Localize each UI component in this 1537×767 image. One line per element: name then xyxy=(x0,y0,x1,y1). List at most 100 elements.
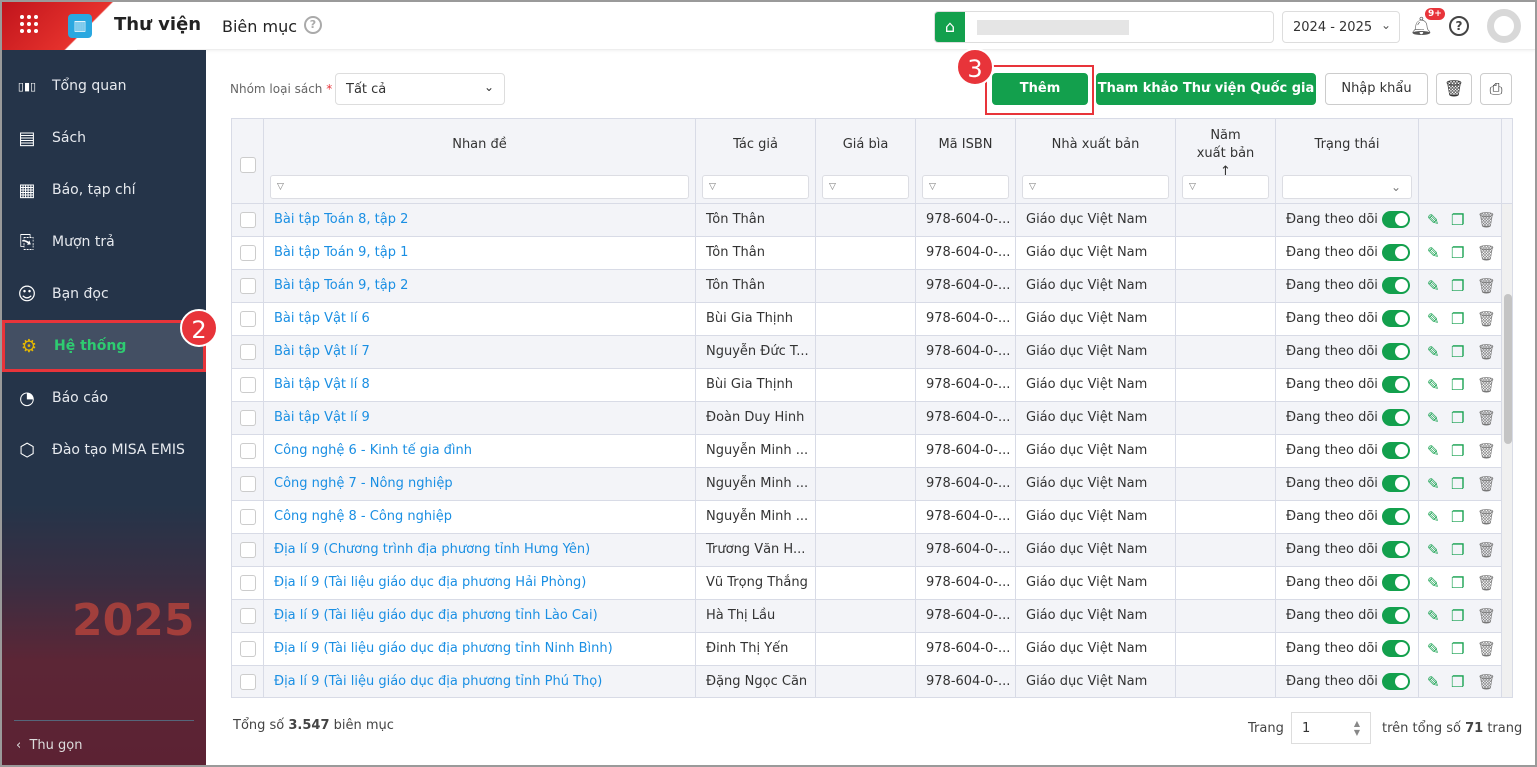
sidebar-item-3[interactable]: ▦ Báo, tạp chí xyxy=(2,164,206,216)
status-toggle[interactable] xyxy=(1382,475,1410,492)
sidebar-item-2[interactable]: ▤ Sách xyxy=(2,112,206,164)
sidebar-item-8[interactable]: ⬡ Đào tạo MISA EMIS xyxy=(2,424,206,476)
row-checkbox[interactable] xyxy=(240,509,256,525)
status-toggle[interactable] xyxy=(1382,211,1410,228)
column-filter-input[interactable]: ▽ xyxy=(702,175,809,199)
title-cell[interactable]: Công nghệ 7 - Nông nghiệp xyxy=(264,468,696,501)
edit-pencil-icon[interactable]: ✎ xyxy=(1427,600,1440,632)
status-toggle[interactable] xyxy=(1382,310,1410,327)
row-checkbox[interactable] xyxy=(240,674,256,690)
edit-pencil-icon[interactable]: ✎ xyxy=(1427,666,1440,697)
copy-icon[interactable]: ❐ xyxy=(1451,204,1464,236)
edit-pencil-icon[interactable]: ✎ xyxy=(1427,567,1440,599)
title-cell[interactable]: Bài tập Vật lí 6 xyxy=(264,303,696,336)
title-cell[interactable]: Bài tập Toán 9, tập 2 xyxy=(264,270,696,303)
edit-pencil-icon[interactable]: ✎ xyxy=(1427,237,1440,269)
column-filter-input[interactable]: ▽ xyxy=(270,175,689,199)
status-toggle[interactable] xyxy=(1382,343,1410,360)
row-checkbox[interactable] xyxy=(240,410,256,426)
import-button[interactable]: Nhập khẩu xyxy=(1325,73,1428,105)
column-filter-input[interactable]: ▽ xyxy=(1022,175,1169,199)
title-cell[interactable]: Bài tập Toán 8, tập 2 xyxy=(264,204,696,237)
title-cell[interactable]: Bài tập Vật lí 9 xyxy=(264,402,696,435)
trash-icon[interactable]: 🗑︎ xyxy=(1477,468,1496,500)
edit-pencil-icon[interactable]: ✎ xyxy=(1427,270,1440,302)
edit-pencil-icon[interactable]: ✎ xyxy=(1427,435,1440,467)
copy-icon[interactable]: ❐ xyxy=(1451,633,1464,665)
status-toggle[interactable] xyxy=(1382,277,1410,294)
sidebar-item-5[interactable]: ☺ Bạn đọc xyxy=(2,268,206,320)
national-library-reference-button[interactable]: Tham khảo Thư viện Quốc gia xyxy=(1096,73,1316,105)
avatar[interactable] xyxy=(1487,9,1521,43)
column-title[interactable]: Năm xuất bản ↑ xyxy=(1176,127,1275,181)
row-checkbox[interactable] xyxy=(240,476,256,492)
book-group-select[interactable]: Tất cả ⌄ xyxy=(335,73,505,105)
edit-pencil-icon[interactable]: ✎ xyxy=(1427,633,1440,665)
edit-pencil-icon[interactable]: ✎ xyxy=(1427,303,1440,335)
copy-icon[interactable]: ❐ xyxy=(1451,435,1464,467)
print-button[interactable]: ⎙ xyxy=(1480,73,1512,105)
status-toggle[interactable] xyxy=(1382,409,1410,426)
title-cell[interactable]: Địa lí 9 (Tài liệu giáo dục địa phương t… xyxy=(264,600,696,633)
title-cell[interactable]: Địa lí 9 (Tài liệu giáo dục địa phương t… xyxy=(264,666,696,697)
row-checkbox[interactable] xyxy=(240,377,256,393)
status-toggle[interactable] xyxy=(1382,541,1410,558)
status-toggle[interactable] xyxy=(1382,508,1410,525)
row-checkbox[interactable] xyxy=(240,443,256,459)
column-title[interactable]: Trạng thái xyxy=(1276,137,1418,152)
copy-icon[interactable]: ❐ xyxy=(1451,501,1464,533)
title-cell[interactable]: Bài tập Toán 9, tập 1 xyxy=(264,237,696,270)
row-checkbox[interactable] xyxy=(240,278,256,294)
spinner-icon[interactable]: ▲ ▼ xyxy=(1354,719,1360,737)
scrollbar-thumb[interactable] xyxy=(1504,294,1512,444)
school-selector[interactable]: ⌂ xyxy=(934,11,1274,43)
column-filter-input[interactable]: ▽ xyxy=(822,175,909,199)
column-title[interactable]: Nhan đề xyxy=(264,137,695,152)
status-toggle[interactable] xyxy=(1382,574,1410,591)
status-toggle[interactable] xyxy=(1382,607,1410,624)
sidebar-item-4[interactable]: ⎘ Mượn trả xyxy=(2,216,206,268)
edit-pencil-icon[interactable]: ✎ xyxy=(1427,369,1440,401)
app-grid-icon[interactable] xyxy=(20,15,38,33)
title-cell[interactable]: Công nghệ 8 - Công nghiệp xyxy=(264,501,696,534)
title-cell[interactable]: Địa lí 9 (Chương trình địa phương tỉnh H… xyxy=(264,534,696,567)
copy-icon[interactable]: ❐ xyxy=(1451,402,1464,434)
collapse-sidebar-button[interactable]: ‹ Thu gọn xyxy=(16,738,82,753)
title-cell[interactable]: Địa lí 9 (Tài liệu giáo dục địa phương H… xyxy=(264,567,696,600)
row-checkbox[interactable] xyxy=(240,344,256,360)
trash-icon[interactable]: 🗑︎ xyxy=(1477,501,1496,533)
row-checkbox[interactable] xyxy=(240,311,256,327)
page-number-input[interactable]: 1 ▲ ▼ xyxy=(1291,712,1371,744)
title-cell[interactable]: Địa lí 9 (Tài liệu giáo dục địa phương t… xyxy=(264,633,696,666)
select-all-checkbox[interactable] xyxy=(239,157,256,173)
column-filter-input[interactable]: ▽ xyxy=(922,175,1009,199)
sidebar-item-6[interactable]: ⚙ Hệ thống xyxy=(2,320,206,372)
delete-selected-button[interactable]: 🗑︎ xyxy=(1436,73,1472,105)
row-checkbox[interactable] xyxy=(240,641,256,657)
trash-icon[interactable]: 🗑︎ xyxy=(1477,204,1496,236)
trash-icon[interactable]: 🗑︎ xyxy=(1477,600,1496,632)
row-checkbox[interactable] xyxy=(240,608,256,624)
help-icon[interactable]: ? xyxy=(1449,16,1469,36)
title-cell[interactable]: Bài tập Vật lí 7 xyxy=(264,336,696,369)
copy-icon[interactable]: ❐ xyxy=(1451,567,1464,599)
row-checkbox[interactable] xyxy=(240,542,256,558)
trash-icon[interactable]: 🗑︎ xyxy=(1477,633,1496,665)
trash-icon[interactable]: 🗑︎ xyxy=(1477,336,1496,368)
status-toggle[interactable] xyxy=(1382,640,1410,657)
trash-icon[interactable]: 🗑︎ xyxy=(1477,237,1496,269)
copy-icon[interactable]: ❐ xyxy=(1451,270,1464,302)
trash-icon[interactable]: 🗑︎ xyxy=(1477,567,1496,599)
trash-icon[interactable]: 🗑︎ xyxy=(1477,402,1496,434)
column-title[interactable]: Tác giả xyxy=(696,137,815,152)
title-cell[interactable]: Bài tập Vật lí 8 xyxy=(264,369,696,402)
edit-pencil-icon[interactable]: ✎ xyxy=(1427,468,1440,500)
edit-pencil-icon[interactable]: ✎ xyxy=(1427,402,1440,434)
copy-icon[interactable]: ❐ xyxy=(1451,237,1464,269)
row-checkbox[interactable] xyxy=(240,575,256,591)
status-toggle[interactable] xyxy=(1382,673,1410,690)
page-help-icon[interactable]: ? xyxy=(304,16,322,34)
copy-icon[interactable]: ❐ xyxy=(1451,336,1464,368)
status-toggle[interactable] xyxy=(1382,244,1410,261)
trash-icon[interactable]: 🗑︎ xyxy=(1477,666,1496,697)
